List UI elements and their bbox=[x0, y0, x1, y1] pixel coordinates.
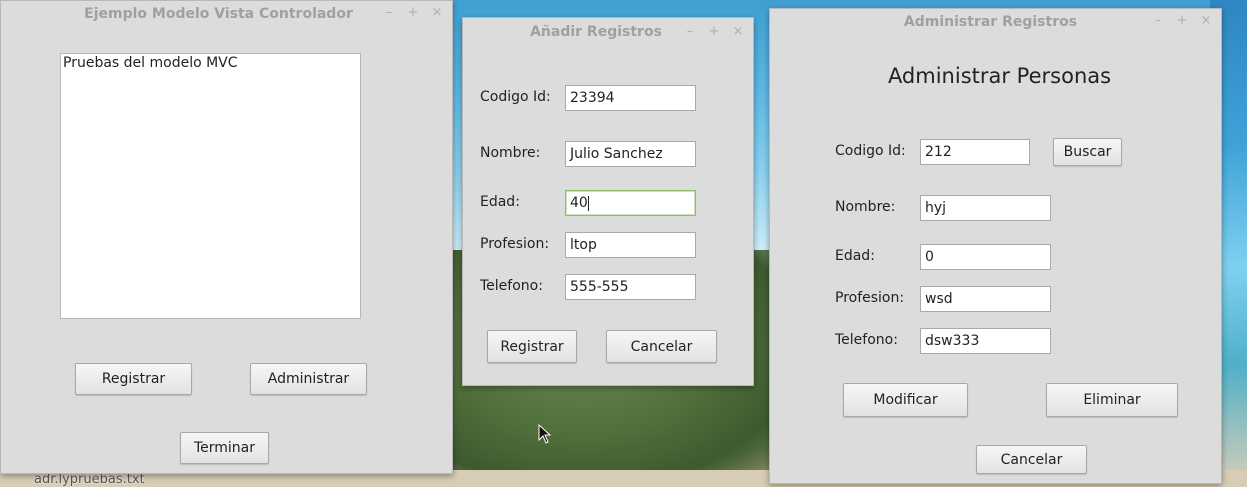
minimize-icon[interactable]: – bbox=[1151, 13, 1165, 28]
profesion-field[interactable]: ltop bbox=[565, 232, 696, 258]
eliminar-button[interactable]: Eliminar bbox=[1046, 383, 1178, 417]
close-icon[interactable]: × bbox=[1199, 13, 1213, 28]
edad-field[interactable]: 40 bbox=[565, 190, 696, 216]
add-cancelar-button[interactable]: Cancelar bbox=[606, 330, 717, 363]
nombre-field[interactable]: Julio Sanchez bbox=[565, 141, 696, 167]
main-window-title: Ejemplo Modelo Vista Controlador bbox=[84, 6, 353, 22]
add-window-title: Añadir Registros bbox=[530, 24, 662, 40]
modificar-button[interactable]: Modificar bbox=[843, 383, 968, 417]
admin-codigo-id-field[interactable]: 212 bbox=[920, 139, 1030, 165]
admin-window-title: Administrar Registros bbox=[903, 14, 1078, 30]
edad-value: 40 bbox=[570, 195, 588, 211]
admin-heading: Administrar Personas bbox=[887, 64, 1112, 88]
admin-codigo-id-label: Codigo Id: bbox=[835, 143, 906, 159]
profesion-label: Profesion: bbox=[480, 236, 550, 252]
codigo-id-label: Codigo Id: bbox=[480, 89, 551, 105]
mouse-pointer-icon bbox=[538, 423, 552, 448]
admin-records-window: Administrar Registros – + × Administrar … bbox=[769, 8, 1222, 484]
main-window-titlebar[interactable]: Ejemplo Modelo Vista Controlador – + × bbox=[1, 1, 452, 27]
telefono-label: Telefono: bbox=[480, 278, 543, 294]
minimize-icon[interactable]: – bbox=[382, 5, 396, 20]
admin-window-titlebar[interactable]: Administrar Registros – + × bbox=[770, 9, 1221, 35]
main-window: Ejemplo Modelo Vista Controlador – + × P… bbox=[0, 0, 453, 474]
admin-cancelar-button[interactable]: Cancelar bbox=[976, 445, 1087, 474]
add-window-controls: – + × bbox=[683, 24, 745, 39]
codigo-id-field[interactable]: 23394 bbox=[565, 85, 696, 111]
main-window-controls: – + × bbox=[382, 5, 444, 20]
output-text: Pruebas del modelo MVC bbox=[63, 55, 238, 71]
admin-telefono-label: Telefono: bbox=[835, 332, 898, 348]
add-window-titlebar[interactable]: Añadir Registros – + × bbox=[463, 18, 753, 44]
minimize-icon[interactable]: – bbox=[683, 24, 697, 39]
output-text-area[interactable]: Pruebas del modelo MVC bbox=[60, 53, 361, 319]
admin-profesion-label: Profesion: bbox=[835, 290, 905, 306]
text-cursor bbox=[587, 195, 589, 211]
registrar-button[interactable]: Registrar bbox=[75, 363, 192, 395]
maximize-icon[interactable]: + bbox=[1175, 13, 1189, 28]
telefono-field[interactable]: 555-555 bbox=[565, 274, 696, 300]
maximize-icon[interactable]: + bbox=[406, 5, 420, 20]
close-icon[interactable]: × bbox=[430, 5, 444, 20]
admin-telefono-field[interactable]: dsw333 bbox=[920, 328, 1051, 354]
maximize-icon[interactable]: + bbox=[707, 24, 721, 39]
edad-label: Edad: bbox=[480, 194, 520, 210]
close-icon[interactable]: × bbox=[731, 24, 745, 39]
add-registrar-button[interactable]: Registrar bbox=[487, 330, 577, 363]
admin-nombre-field[interactable]: hyj bbox=[920, 195, 1051, 221]
admin-edad-label: Edad: bbox=[835, 248, 875, 264]
nombre-label: Nombre: bbox=[480, 145, 541, 161]
administrar-button[interactable]: Administrar bbox=[250, 363, 367, 395]
admin-edad-field[interactable]: 0 bbox=[920, 244, 1051, 270]
buscar-button[interactable]: Buscar bbox=[1053, 138, 1122, 166]
terminar-button[interactable]: Terminar bbox=[180, 432, 269, 464]
add-records-window: Añadir Registros – + × Codigo Id: 23394 … bbox=[462, 17, 754, 386]
admin-nombre-label: Nombre: bbox=[835, 199, 896, 215]
desktop-file-label[interactable]: adr.lypruebas.txt bbox=[34, 472, 145, 487]
admin-profesion-field[interactable]: wsd bbox=[920, 286, 1051, 312]
admin-window-controls: – + × bbox=[1151, 13, 1213, 28]
